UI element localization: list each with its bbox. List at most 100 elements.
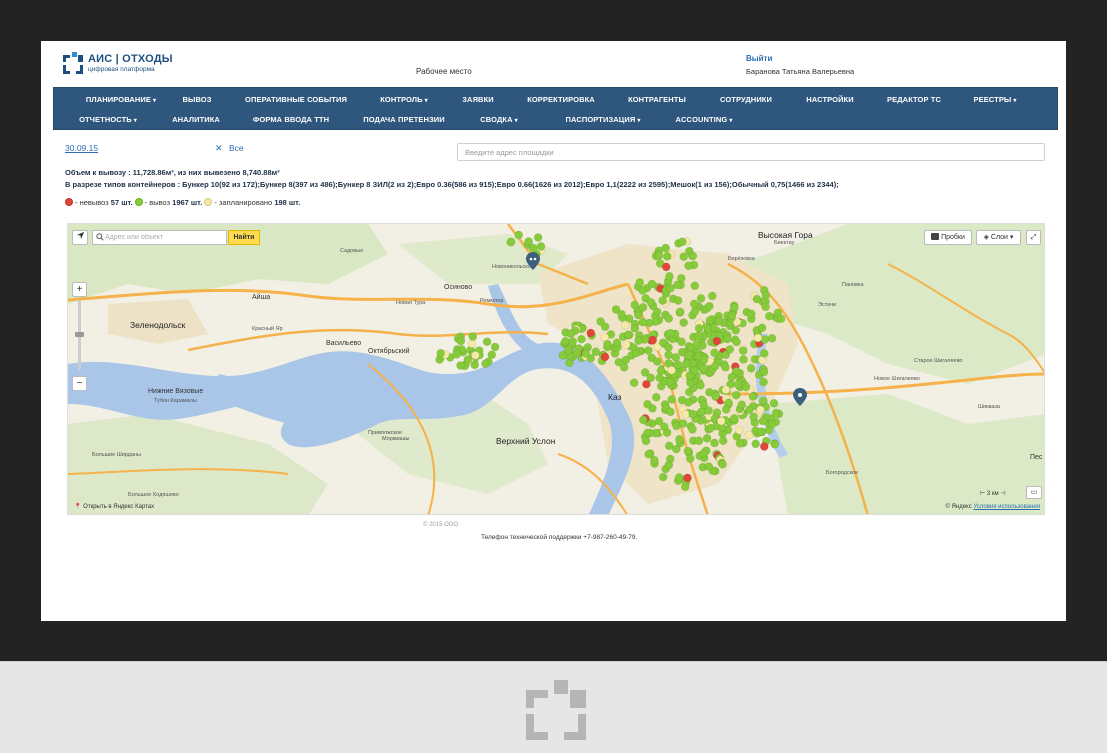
container-marker[interactable] <box>702 434 712 443</box>
container-marker[interactable] <box>688 425 697 434</box>
nav-removal[interactable]: ВЫВОЗ <box>182 95 211 104</box>
container-marker[interactable] <box>666 407 675 417</box>
container-marker[interactable] <box>735 426 744 435</box>
container-marker[interactable] <box>711 391 721 401</box>
container-marker[interactable] <box>536 242 546 251</box>
container-marker[interactable] <box>748 392 758 401</box>
container-marker[interactable] <box>591 347 601 357</box>
container-marker[interactable] <box>723 334 732 344</box>
container-marker[interactable] <box>725 345 735 354</box>
container-marker[interactable] <box>631 348 641 358</box>
container-marker[interactable] <box>621 340 631 349</box>
app-logo[interactable]: АИС | ОТХОДЫ цифровая платформа <box>63 52 183 76</box>
container-marker[interactable] <box>746 364 756 373</box>
container-marker[interactable] <box>629 378 639 387</box>
nav-requests[interactable]: ЗАЯВКИ <box>462 95 494 104</box>
container-marker[interactable] <box>664 350 673 360</box>
container-marker[interactable] <box>714 316 724 326</box>
container-marker[interactable] <box>561 337 570 346</box>
container-marker[interactable] <box>746 309 756 318</box>
nav-ttn-form[interactable]: ФОРМА ВВОДА ТТН <box>253 115 329 124</box>
container-marker[interactable] <box>724 398 733 408</box>
container-marker[interactable] <box>603 339 612 349</box>
container-marker[interactable] <box>756 405 765 415</box>
container-marker[interactable] <box>655 373 664 383</box>
container-marker[interactable] <box>664 343 673 352</box>
container-marker[interactable] <box>770 440 780 449</box>
container-marker[interactable] <box>757 323 767 333</box>
container-marker[interactable] <box>490 342 500 352</box>
container-marker[interactable] <box>638 415 648 425</box>
container-marker[interactable] <box>641 436 651 446</box>
container-marker[interactable] <box>761 302 770 312</box>
container-marker[interactable] <box>675 435 684 444</box>
container-marker[interactable] <box>661 262 671 272</box>
container-marker[interactable] <box>468 332 478 341</box>
container-marker[interactable] <box>727 372 737 382</box>
container-marker[interactable] <box>758 396 768 406</box>
nav-planning[interactable]: ПЛАНИРОВАНИЕ ▾ <box>86 95 156 104</box>
container-marker[interactable] <box>710 361 720 371</box>
container-marker[interactable] <box>699 449 708 458</box>
container-marker[interactable] <box>759 349 769 358</box>
container-marker[interactable] <box>675 307 685 317</box>
container-marker[interactable] <box>771 408 781 418</box>
terms-link[interactable]: Условия использования <box>973 504 1040 510</box>
geolocation-button[interactable] <box>72 230 88 245</box>
container-marker[interactable] <box>712 336 722 346</box>
nav-counterparties[interactable]: КОНТРАГЕНТЫ <box>628 95 686 104</box>
yandex-map[interactable]: Зеленодольск Айша Осиново Новая Тура Реммлер… <box>67 223 1045 515</box>
container-marker[interactable] <box>690 307 700 316</box>
container-marker[interactable] <box>694 324 704 333</box>
container-marker[interactable] <box>678 419 688 428</box>
container-marker[interactable] <box>666 328 675 338</box>
container-marker[interactable] <box>644 449 653 459</box>
all-dates-link[interactable]: Все <box>229 143 244 153</box>
nav-correction[interactable]: КОРРЕКТИРОВКА <box>527 95 595 104</box>
zoom-in-button[interactable]: + <box>72 282 87 297</box>
container-marker[interactable] <box>456 361 465 370</box>
container-marker[interactable] <box>738 346 748 355</box>
container-marker[interactable] <box>662 428 672 437</box>
location-pin-icon[interactable] <box>793 388 807 406</box>
container-marker[interactable] <box>733 380 743 389</box>
container-marker[interactable] <box>751 439 761 449</box>
nav-passportization[interactable]: ПАСПОРТИЗАЦИЯ ▾ <box>566 115 641 124</box>
container-marker[interactable] <box>617 310 626 319</box>
container-marker[interactable] <box>634 336 643 345</box>
container-marker[interactable] <box>685 454 695 463</box>
container-marker[interactable] <box>638 317 648 327</box>
container-marker[interactable] <box>673 296 683 305</box>
container-marker[interactable] <box>731 390 741 400</box>
container-marker[interactable] <box>759 367 769 377</box>
container-marker[interactable] <box>662 251 672 261</box>
container-marker[interactable] <box>633 310 643 320</box>
container-marker[interactable] <box>696 381 705 390</box>
nav-vehicle-editor[interactable]: РЕДАКТОР ТС <box>887 95 941 104</box>
container-marker[interactable] <box>705 301 714 311</box>
container-marker[interactable] <box>694 331 703 341</box>
container-marker[interactable] <box>514 230 524 240</box>
container-marker[interactable] <box>506 237 516 247</box>
container-marker[interactable] <box>699 355 709 365</box>
container-marker[interactable] <box>482 337 492 346</box>
open-in-yandex-link[interactable]: 📍 Открыть в Яндекс Картах <box>74 503 154 510</box>
container-marker[interactable] <box>761 290 771 300</box>
logout-link[interactable]: Выйти <box>746 54 772 63</box>
container-marker[interactable] <box>692 340 701 349</box>
container-marker[interactable] <box>643 346 653 355</box>
container-marker[interactable] <box>683 473 692 483</box>
container-marker[interactable] <box>630 323 640 333</box>
address-search-input[interactable] <box>457 143 1045 161</box>
nav-employees[interactable]: СОТРУДНИКИ <box>720 95 772 104</box>
container-marker[interactable] <box>739 355 748 364</box>
container-marker[interactable] <box>680 482 690 492</box>
container-marker[interactable] <box>638 303 648 312</box>
container-marker[interactable] <box>716 416 726 426</box>
ruler-button[interactable]: ▭ <box>1026 486 1042 499</box>
container-marker[interactable] <box>661 243 670 253</box>
container-marker[interactable] <box>684 261 693 271</box>
container-marker[interactable] <box>630 300 640 310</box>
container-marker[interactable] <box>471 351 480 360</box>
container-marker[interactable] <box>703 324 713 333</box>
